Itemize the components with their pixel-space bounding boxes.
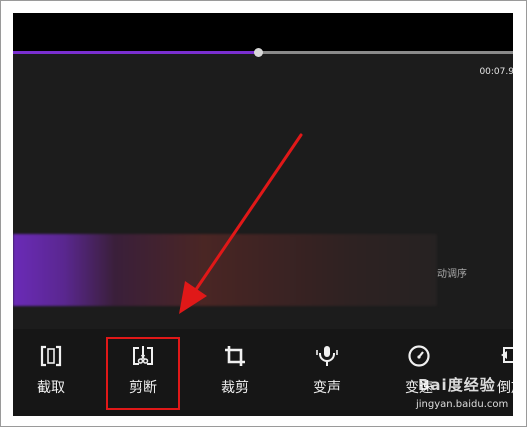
tool-crop-label: 裁剪 [221,380,249,396]
reverse-icon [501,347,513,363]
tool-trim-label: 截取 [37,380,65,396]
video-clip-strip[interactable] [13,234,437,306]
playback-progress-fill [13,51,258,54]
playback-time-display: 00:07.9/ [479,67,513,77]
trim-bracket-icon [40,345,62,367]
watermark-logo: Bai度经验 [418,376,496,394]
video-preview-area [13,13,513,51]
playback-progress-track[interactable] [13,48,513,57]
speedometer-icon [408,345,430,367]
microphone-icon [316,346,338,366]
tool-voice-change[interactable]: 变声 [291,329,363,416]
cut-tool-highlight-box [106,337,180,410]
watermark-url: jingyan.baidu.com [416,399,509,410]
tool-crop[interactable]: 裁剪 [199,329,271,416]
crop-icon [225,346,245,366]
baidu-jingyan-watermark: Bai度经验 jingyan.baidu.com [408,371,513,416]
tool-voice-change-label: 变声 [313,380,341,396]
screenshot-frame: 00:07.9/ 动调序 截取 [0,0,527,427]
video-editor-screen: 00:07.9/ 动调序 截取 [13,13,513,416]
clip-reorder-hint: 动调序 [437,269,467,280]
tool-trim[interactable]: 截取 [15,329,87,416]
playback-scrubber-knob[interactable] [254,48,263,57]
